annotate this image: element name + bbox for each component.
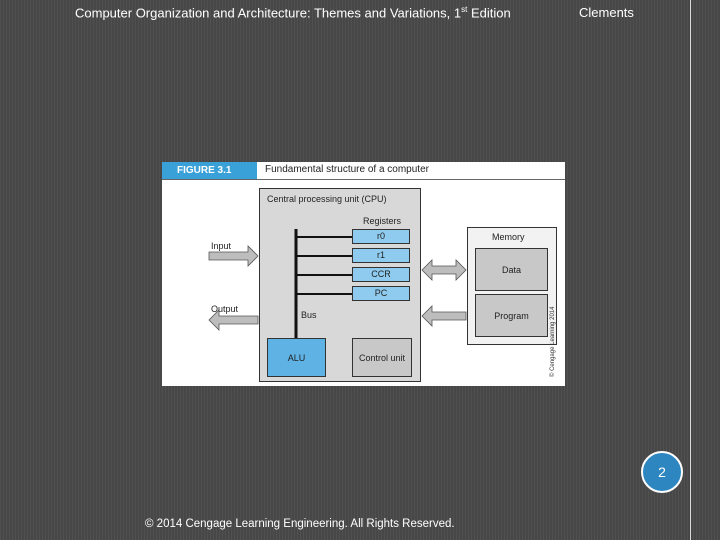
memory-data-box: Data xyxy=(475,248,548,291)
register-r0: r0 xyxy=(352,229,410,244)
bus-label: Bus xyxy=(301,310,317,320)
slide-footer-copyright: © 2014 Cengage Learning Engineering. All… xyxy=(145,518,455,530)
slide-header-title: Computer Organization and Architecture: … xyxy=(75,5,511,21)
data-bus-arrow-icon xyxy=(421,259,467,281)
memory-program-box: Program xyxy=(475,294,548,337)
register-r1: r1 xyxy=(352,248,410,263)
alu-box: ALU xyxy=(267,338,326,377)
input-label: Input xyxy=(211,241,232,251)
slide-border-line xyxy=(690,0,691,540)
output-label: Output xyxy=(211,304,239,314)
slide-header-author: Clements xyxy=(579,5,634,20)
register-ccr: CCR xyxy=(352,267,410,282)
memory-label: Memory xyxy=(492,232,525,242)
cpu-structure-figure: FIGURE 3.1 Fundamental structure of a co… xyxy=(162,162,565,386)
program-arrow-icon xyxy=(421,305,467,327)
page-number-badge: 2 xyxy=(641,451,683,493)
figure-copyright-note: © Cengage Learning 2014 xyxy=(550,306,556,377)
control-unit-box: Control unit xyxy=(352,338,412,377)
register-pc: PC xyxy=(352,286,410,301)
